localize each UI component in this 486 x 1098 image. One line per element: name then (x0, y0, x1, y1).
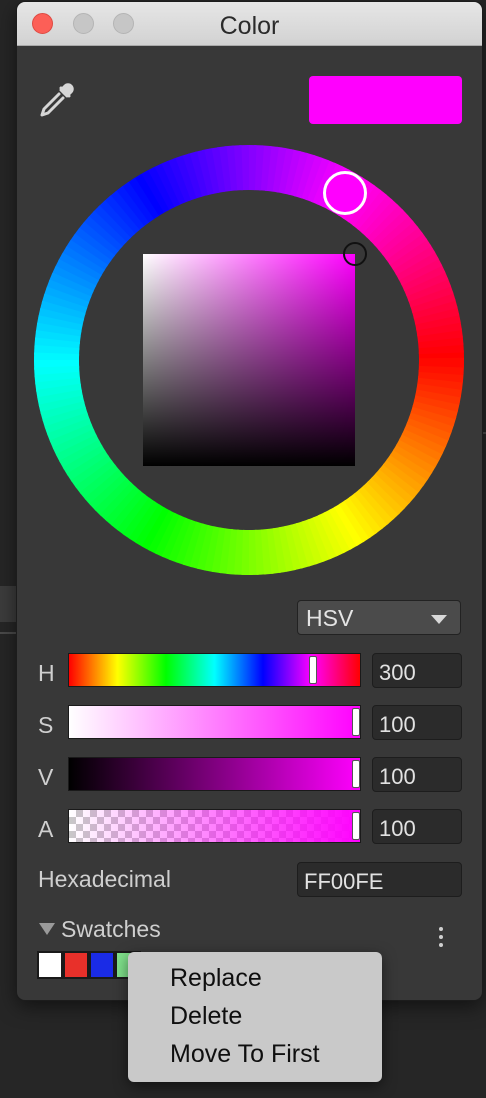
more-options-icon[interactable] (437, 927, 445, 951)
disclosure-triangle-icon (39, 923, 55, 936)
background-divider (0, 632, 17, 634)
swatches-label: Swatches (61, 916, 161, 942)
swatch[interactable] (63, 951, 89, 979)
hue-ring-cursor[interactable] (323, 171, 368, 216)
h-label: H (38, 660, 55, 686)
hexadecimal-field[interactable] (297, 862, 462, 897)
value-slider-handle[interactable] (352, 760, 360, 788)
menu-item-delete[interactable]: Delete (128, 1000, 382, 1038)
swatch-list (37, 951, 141, 979)
menu-item-replace[interactable]: Replace (128, 962, 382, 1000)
hue-value-field[interactable] (372, 653, 462, 688)
hue-slider-handle[interactable] (309, 656, 318, 684)
v-label: V (38, 764, 54, 790)
hue-slider[interactable] (68, 653, 361, 687)
color-mode-dropdown[interactable]: HSV (297, 600, 461, 635)
background-panel (0, 586, 17, 622)
chevron-down-icon (431, 615, 447, 624)
saturation-slider-handle[interactable] (352, 708, 360, 736)
background-divider (482, 432, 486, 434)
swatch-context-menu: Replace Delete Move To First (128, 952, 382, 1082)
saturation-value-field[interactable] (372, 705, 462, 740)
swatch[interactable] (37, 951, 63, 979)
alpha-slider[interactable] (68, 809, 361, 843)
saturation-slider[interactable] (68, 705, 361, 739)
hexadecimal-label: Hexadecimal (38, 866, 171, 892)
color-picker-window: Color HSV H S V A (17, 2, 482, 1000)
value-slider[interactable] (68, 757, 361, 791)
saturation-value-cursor[interactable] (343, 242, 367, 266)
color-mode-value: HSV (306, 605, 354, 631)
swatch[interactable] (89, 951, 115, 979)
alpha-value-field[interactable] (372, 809, 462, 844)
value-value-field[interactable] (372, 757, 462, 792)
menu-item-move-to-first[interactable]: Move To First (128, 1038, 382, 1076)
swatches-toggle[interactable]: Swatches (39, 916, 161, 943)
a-label: A (38, 816, 54, 842)
saturation-value-square[interactable] (143, 254, 355, 466)
s-label: S (38, 712, 54, 738)
alpha-slider-handle[interactable] (352, 812, 360, 840)
